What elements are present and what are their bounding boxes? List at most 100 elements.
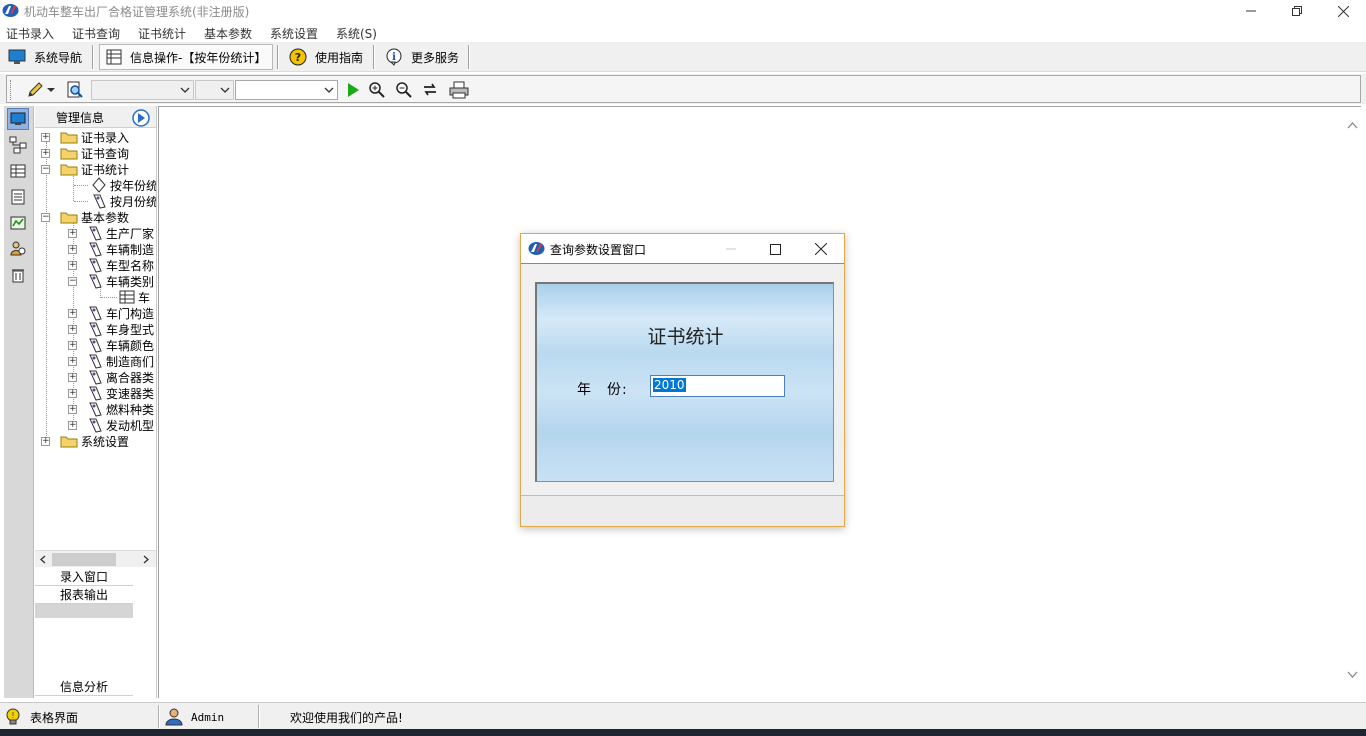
chevron-right-icon[interactable] — [142, 555, 150, 564]
system-nav-button[interactable]: 系统导航 — [2, 44, 88, 70]
tree-node-body-type[interactable]: + 车身型式 — [68, 321, 154, 337]
expand-icon[interactable]: + — [68, 388, 77, 398]
tree-node-by-month[interactable]: 按月份统 — [91, 193, 156, 209]
menu-system-settings[interactable]: 系统设置 — [270, 25, 318, 42]
minimize-button[interactable] — [1228, 0, 1274, 22]
main-vertical-scrollbar[interactable] — [1343, 107, 1361, 697]
tree-node-vehicle-color[interactable]: + 车辆颜色 — [68, 337, 154, 353]
chevron-down-icon — [180, 87, 190, 93]
tree-node-model-name[interactable]: + 车型名称 — [68, 257, 154, 273]
tree-node-manufacturers[interactable]: + 制造商们 — [68, 353, 154, 369]
tree-node-by-year[interactable]: 按年份统 — [91, 177, 157, 193]
print-icon[interactable] — [449, 80, 469, 100]
chevron-up-icon[interactable] — [1347, 121, 1358, 129]
scrollbar-thumb[interactable] — [52, 553, 116, 566]
tree-node-cert-stats[interactable]: − 证书统计 — [41, 161, 129, 177]
tree-node-basic-params[interactable]: − 基本参数 — [41, 209, 129, 225]
info-operation-tab[interactable]: 信息操作-【按年份统计】 — [99, 44, 274, 70]
expand-icon[interactable]: + — [68, 244, 77, 254]
monitor-icon[interactable] — [7, 108, 29, 130]
tab-report-output[interactable]: 报表输出 — [35, 586, 133, 604]
expand-icon[interactable]: + — [68, 228, 77, 238]
tree-node-engine-type[interactable]: + 发动机型 — [68, 417, 154, 433]
chevron-down-icon[interactable] — [1347, 671, 1358, 679]
expand-icon[interactable]: + — [68, 356, 77, 366]
preview-icon[interactable] — [65, 80, 85, 100]
expand-icon[interactable]: + — [68, 308, 77, 318]
expand-icon[interactable]: + — [68, 324, 77, 334]
close-icon — [1337, 5, 1349, 17]
tree-node-clutch-type[interactable]: + 离合器类 — [68, 369, 154, 385]
tree-node-gearbox-type[interactable]: + 变速器类 — [68, 385, 154, 401]
zoom-in-icon[interactable] — [367, 80, 387, 100]
tree-node-label: 离合器类 — [106, 370, 155, 385]
filter-combo-2[interactable] — [195, 80, 234, 100]
tree-node-label: 按年份统 — [110, 178, 157, 193]
help-icon: ? — [289, 48, 307, 66]
chevron-left-icon[interactable] — [39, 555, 47, 564]
navigate-arrow-icon[interactable] — [132, 109, 150, 127]
filter-combo-1[interactable] — [91, 80, 194, 100]
close-button[interactable] — [1320, 0, 1366, 22]
menu-basic-params[interactable]: 基本参数 — [204, 25, 252, 42]
trash-icon[interactable] — [7, 264, 29, 286]
dialog-close-button[interactable] — [799, 238, 843, 260]
pencil-icon[interactable] — [25, 80, 45, 100]
zoom-out-icon[interactable] — [394, 80, 414, 100]
expand-icon[interactable]: + — [41, 436, 50, 446]
folder-open-icon — [60, 212, 78, 224]
tree-node-label: 发动机型 — [106, 418, 155, 433]
year-input[interactable]: 2010 — [650, 375, 785, 397]
tab-entry-window[interactable]: 录入窗口 — [35, 568, 133, 586]
chevron-down-icon[interactable] — [45, 80, 57, 100]
chart-icon[interactable] — [7, 212, 29, 234]
tree-node-system-settings[interactable]: + 系统设置 — [41, 433, 129, 449]
tree-node-vehicle-sub[interactable]: 车 — [119, 289, 150, 305]
menu-cert-entry[interactable]: 证书录入 — [6, 25, 54, 42]
menu-cert-stats[interactable]: 证书统计 — [138, 25, 186, 42]
expand-icon[interactable]: + — [68, 260, 77, 270]
info-operation-label: 信息操作-【按年份统计】 — [130, 50, 267, 65]
play-icon[interactable] — [343, 80, 363, 100]
expand-icon[interactable]: + — [68, 372, 77, 382]
tree-node-door-structure[interactable]: + 车门构造 — [68, 305, 154, 321]
users-icon[interactable] — [7, 238, 29, 260]
restore-button[interactable] — [1274, 0, 1320, 22]
network-icon[interactable] — [7, 134, 29, 156]
user-guide-button[interactable]: ? 使用指南 — [283, 44, 369, 70]
collapse-icon[interactable]: − — [68, 276, 77, 286]
tree-node-cert-query[interactable]: + 证书查询 — [41, 145, 129, 161]
toolbar-grip[interactable] — [10, 80, 13, 100]
more-services-button[interactable]: i 更多服务 — [379, 44, 465, 70]
tree-horizontal-scrollbar[interactable] — [35, 550, 156, 567]
document-icon[interactable] — [7, 186, 29, 208]
navigation-toolbar: 系统导航 信息操作-【按年份统计】 ? 使用指南 i 更多服务 — [0, 42, 1366, 72]
tab-info-analysis[interactable]: 信息分析 — [35, 678, 133, 696]
expand-icon[interactable]: + — [68, 340, 77, 350]
expand-icon[interactable]: + — [41, 148, 50, 158]
status-user-label: Admin — [191, 710, 225, 724]
status-bar: ! 表格界面 Admin 欢迎使用我们的产品! — [0, 702, 1366, 729]
dialog-title-bar[interactable]: 查询参数设置窗口 — [521, 234, 844, 264]
expand-icon[interactable]: + — [41, 132, 50, 142]
collapse-icon[interactable]: − — [41, 212, 50, 222]
tag-icon — [89, 354, 102, 369]
expand-icon[interactable]: + — [68, 404, 77, 414]
expand-icon[interactable]: + — [68, 420, 77, 430]
dialog-footer — [521, 495, 844, 526]
collapse-icon[interactable]: − — [41, 164, 50, 174]
tree-node-cert-entry[interactable]: + 证书录入 — [41, 129, 129, 145]
tree-node-vehicle-maker[interactable]: + 车辆制造 — [68, 241, 154, 257]
tree-node-fuel-type[interactable]: + 燃料种类 — [68, 401, 154, 417]
tag-icon — [89, 338, 102, 353]
menu-system[interactable]: 系统(S) — [336, 25, 377, 42]
dialog-maximize-button[interactable] — [753, 238, 797, 260]
status-view-label: 表格界面 — [30, 710, 79, 725]
menu-cert-query[interactable]: 证书查询 — [72, 25, 120, 42]
refresh-icon[interactable] — [420, 80, 440, 100]
filter-combo-3[interactable] — [235, 80, 338, 100]
tree-node-manufacturer[interactable]: + 生产厂家 — [68, 225, 154, 241]
tree-node-vehicle-category[interactable]: − 车辆类别 — [68, 273, 154, 289]
grid-icon[interactable] — [7, 160, 29, 182]
dialog-minimize-button — [709, 238, 753, 260]
